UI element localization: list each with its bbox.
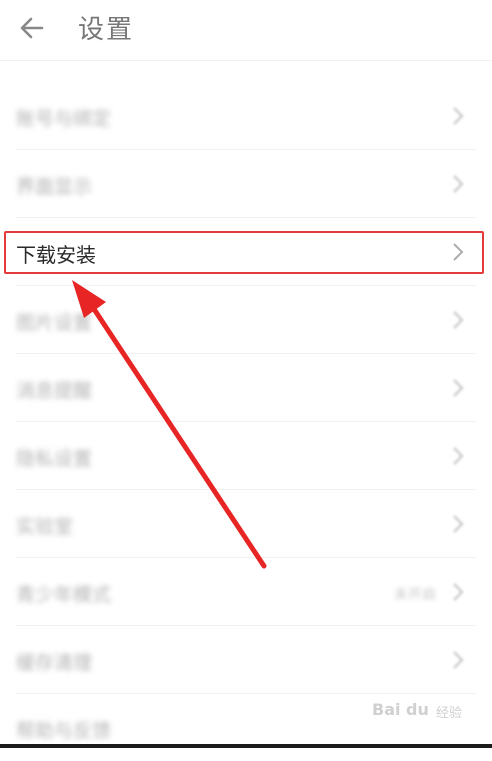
watermark-logo: Bai du (372, 700, 429, 719)
chevron-right-icon (453, 515, 464, 533)
row-label: 账号与绑定 (16, 108, 112, 130)
row-label: 青少年模式 (16, 584, 112, 606)
chevron-right-icon (453, 583, 464, 601)
watermark: Bai du 经验 (372, 696, 490, 726)
row-label: 图片设置 (16, 312, 93, 334)
app-header: 设置 (0, 0, 492, 61)
chevron-right-icon (453, 379, 464, 397)
watermark-text: 经验 (436, 706, 463, 721)
row-label: 帮助与反馈 (16, 720, 112, 742)
chevron-right-icon (453, 311, 464, 329)
settings-row-notifications[interactable]: 消息提醒 (16, 354, 476, 422)
row-value: 未开启 (394, 587, 436, 603)
row-label: 界面显示 (16, 176, 93, 198)
chevron-right-icon (453, 175, 464, 193)
chevron-right-icon (453, 447, 464, 465)
settings-row-teen-mode[interactable]: 青少年模式 未开启 (16, 558, 476, 626)
settings-row-download-install[interactable]: 下载安装 (16, 218, 476, 286)
settings-row-images[interactable]: 图片设置 (16, 286, 476, 354)
row-label: 隐私设置 (16, 448, 93, 470)
settings-row-privacy[interactable]: 隐私设置 (16, 422, 476, 490)
bottom-border (0, 744, 492, 748)
chevron-right-icon (453, 243, 464, 261)
row-label: 缓存清理 (16, 652, 93, 674)
settings-row-account-binding[interactable]: 账号与绑定 (16, 82, 476, 150)
chevron-right-icon (453, 651, 464, 669)
page-title: 设置 (78, 15, 135, 45)
arrow-left-icon (20, 17, 44, 39)
row-label: 消息提醒 (16, 380, 93, 402)
settings-row-cache-clear[interactable]: 缓存清理 (16, 626, 476, 694)
chevron-right-icon (453, 107, 464, 125)
settings-row-lab[interactable]: 实验室 (16, 490, 476, 558)
back-button[interactable] (16, 12, 48, 44)
settings-row-display[interactable]: 界面显示 (16, 150, 476, 218)
row-label: 下载安装 (16, 243, 96, 267)
row-label: 实验室 (16, 516, 74, 538)
settings-list: 账号与绑定 界面显示 下载安装 图片设置 消息提醒 隐私设置 实验室 青少年模式… (0, 82, 492, 761)
